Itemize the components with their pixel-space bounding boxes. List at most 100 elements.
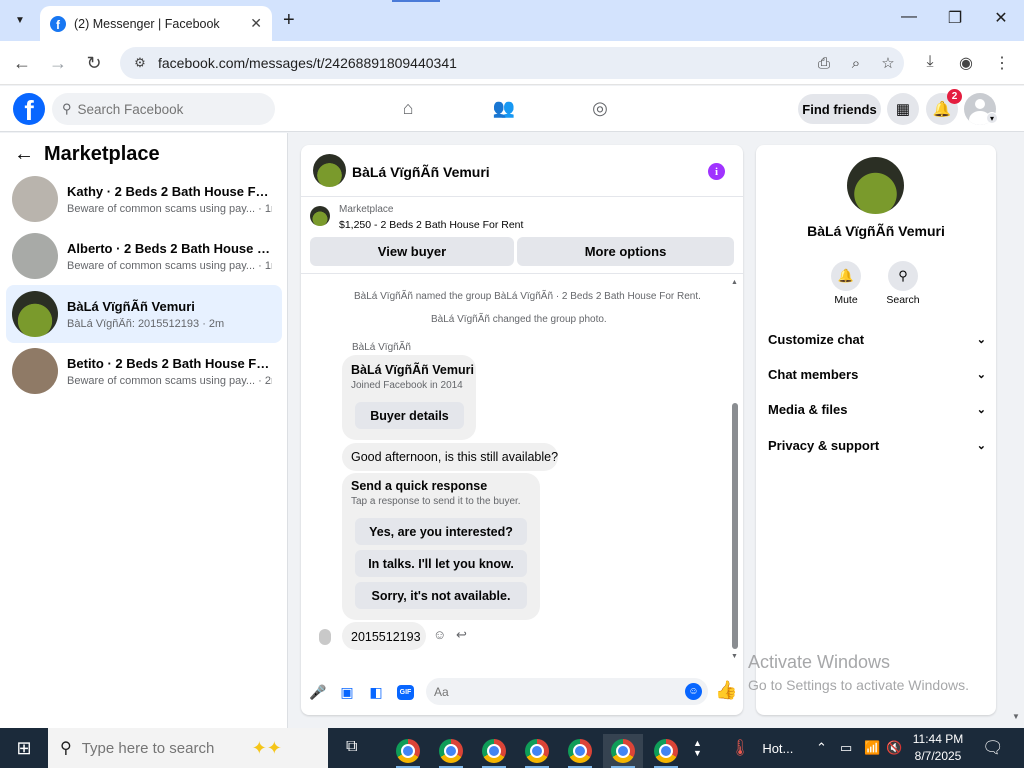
scroll-down-arrow-icon[interactable]: ▼ <box>731 653 738 660</box>
chrome-taskbar-icon[interactable] <box>646 734 686 768</box>
zoom-icon[interactable]: ⌕ <box>840 55 872 72</box>
maximize-window-icon[interactable]: ❐ <box>943 8 967 28</box>
browser-menu-icon[interactable]: ⋮ <box>990 53 1014 73</box>
taskbar-search-input[interactable] <box>81 739 252 757</box>
thumbs-up-icon[interactable]: 👍 <box>715 680 737 701</box>
quick-response-sorry-button[interactable]: Sorry, it's not available. <box>355 582 527 609</box>
show-hidden-icons-icon[interactable]: ⌃ <box>816 728 827 768</box>
conversation-thumbnail <box>12 348 58 394</box>
facebook-search-box[interactable]: ⚲ <box>52 93 275 125</box>
clock-time: 11:44 PM <box>912 732 964 746</box>
conversation-item-betito[interactable]: Betito · 2 Beds 2 Bath House For R... Be… <box>6 342 282 400</box>
chrome-taskbar-icon[interactable] <box>560 734 600 768</box>
gif-icon[interactable]: GIF <box>397 685 414 700</box>
chrome-taskbar-icon[interactable] <box>474 734 514 768</box>
back-arrow-icon[interactable]: ← <box>14 143 34 166</box>
install-app-icon[interactable]: ⎙ <box>808 55 840 72</box>
volume-icon[interactable]: 🔇 <box>886 728 902 768</box>
view-buyer-button[interactable]: View buyer <box>310 237 514 266</box>
system-message: BàLá VïgñÃñ named the group BàLá VïgñÃñ … <box>354 291 701 302</box>
listing-title[interactable]: $1,250 - 2 Beds 2 Bath House For Rent <box>339 219 523 231</box>
media-files-row[interactable]: Media & files ⌄ <box>768 402 986 417</box>
bookmark-star-icon[interactable]: ☆ <box>872 54 904 72</box>
microphone-icon[interactable]: 🎤 <box>309 684 327 701</box>
privacy-support-row[interactable]: Privacy & support ⌄ <box>768 438 986 453</box>
groups-icon[interactable]: ◎ <box>588 98 612 119</box>
weather-widget[interactable]: 🌡 Hot... <box>730 728 793 768</box>
photo-icon[interactable]: ▣ <box>338 684 356 701</box>
downloads-icon[interactable]: ⤓ <box>918 53 942 71</box>
site-settings-icon[interactable]: ⚙ <box>124 55 156 71</box>
sticker-icon[interactable]: ◧ <box>367 684 385 701</box>
customize-chat-row[interactable]: Customize chat ⌄ <box>768 332 986 347</box>
home-icon[interactable]: ⌂ <box>396 98 420 119</box>
emoji-icon[interactable]: ☺ <box>685 683 702 700</box>
profile-icon[interactable]: ◉ <box>954 53 978 73</box>
quick-response-yes-button[interactable]: Yes, are you interested? <box>355 518 527 545</box>
message-input[interactable] <box>426 678 708 705</box>
conversation-info-icon[interactable]: i <box>708 163 725 180</box>
search-highlight-icon: ✦✦ <box>251 737 282 758</box>
taskbar-search-box[interactable]: ⚲ ✦✦ <box>48 728 328 768</box>
minimize-window-icon[interactable]: — <box>897 8 921 26</box>
quick-response-talks-button[interactable]: In talks. I'll let you know. <box>355 550 527 577</box>
chrome-taskbar-icon[interactable] <box>388 734 428 768</box>
taskbar-clock[interactable]: 11:44 PM 8/7/2025 <box>906 731 970 765</box>
chevron-down-icon: ⌄ <box>976 369 986 381</box>
device-icon[interactable]: ▭ <box>840 728 852 768</box>
browser-toolbar: ← → ↻ ⚙ facebook.com/messages/t/24268891… <box>0 41 1024 85</box>
facebook-header: f ⚲ ⌂ 👥 ◎ Find friends ▦ 🔔 2 ▾ <box>0 86 1024 132</box>
tab-close-icon[interactable]: ✕ <box>250 15 262 32</box>
menu-grid-icon[interactable]: ▦ <box>887 93 919 125</box>
facebook-favicon-icon: f <box>50 15 66 32</box>
browser-tab-messenger[interactable]: f (2) Messenger | Facebook ✕ <box>40 6 272 41</box>
reload-icon[interactable]: ↻ <box>82 52 106 74</box>
mute-bell-icon[interactable]: 🔔 <box>831 261 861 291</box>
network-icon[interactable]: 📶 <box>864 728 880 768</box>
forward-arrow-icon[interactable]: → <box>46 52 70 74</box>
url-text[interactable]: facebook.com/messages/t/2426889180944034… <box>158 55 808 71</box>
page-scroll-down-icon[interactable]: ▼ <box>1012 712 1020 721</box>
new-tab-button[interactable]: + <box>283 9 295 31</box>
chrome-taskbar-icon-active[interactable] <box>603 734 643 768</box>
chat-avatar[interactable] <box>313 154 346 187</box>
facebook-logo-icon[interactable]: f <box>13 93 45 125</box>
profile-avatar[interactable] <box>847 157 904 214</box>
windows-taskbar: ⊞ ⚲ ✦✦ ⧉ ▲▼ 🌡 Hot... ⌃ ▭ 📶 🔇 11:44 PM 8/… <box>0 728 1024 768</box>
chat-members-row[interactable]: Chat members ⌄ <box>768 367 986 382</box>
search-label: Search <box>886 294 920 306</box>
conversation-thumbnail <box>12 233 58 279</box>
conversation-item-bala[interactable]: BàLá VïgñÃñ Vemuri BàLá VïgñÃñ: 20155121… <box>6 285 282 343</box>
buyer-card-name: BàLá VïgñÃñ Vemuri <box>351 363 474 377</box>
conversation-name: BàLá VïgñÃñ Vemuri <box>67 298 195 314</box>
scroll-up-arrow-icon[interactable]: ▲ <box>731 279 738 286</box>
address-bar[interactable]: ⚙ facebook.com/messages/t/24268891809440… <box>120 47 904 79</box>
back-arrow-icon[interactable]: ← <box>10 52 34 74</box>
conversation-name: Alberto · 2 Beds 2 Bath House For ... <box>67 240 272 256</box>
conversation-item-alberto[interactable]: Alberto · 2 Beds 2 Bath House For ... Be… <box>6 227 282 285</box>
chat-scrollbar-thumb[interactable] <box>732 403 738 649</box>
more-options-button[interactable]: More options <box>517 237 734 266</box>
conversation-preview: Beware of common scams using pay... <box>67 202 256 215</box>
find-friends-button[interactable]: Find friends <box>798 94 881 124</box>
search-icon[interactable]: ⚲ <box>888 261 918 291</box>
chrome-taskbar-icon[interactable] <box>517 734 557 768</box>
conversation-item-kathy[interactable]: Kathy · 2 Beds 2 Bath House For R... Bew… <box>6 170 282 228</box>
account-caret-icon[interactable]: ▾ <box>986 112 998 124</box>
windows-start-icon[interactable]: ⊞ <box>0 728 48 768</box>
chat-header-name[interactable]: BàLá VïgñÃñ Vemuri <box>352 164 490 180</box>
friends-icon[interactable]: 👥 <box>492 98 516 119</box>
message-text: 2015512193 <box>351 630 421 644</box>
chrome-taskbar-icon[interactable] <box>431 734 471 768</box>
notifications-icon[interactable]: 🗨 <box>982 728 1004 768</box>
task-view-icon[interactable]: ⧉ <box>346 738 357 756</box>
conversation-thumbnail <box>12 176 58 222</box>
tab-search-chevron-icon[interactable]: ▼ <box>8 9 32 31</box>
facebook-search-input[interactable] <box>77 101 248 117</box>
taskbar-scroll-arrows-icon[interactable]: ▲ ▼ <box>693 728 702 768</box>
buyer-details-button[interactable]: Buyer details <box>355 402 464 429</box>
react-emoji-icon[interactable]: ☺ <box>433 627 446 642</box>
section-label: Privacy & support <box>768 438 880 453</box>
close-window-icon[interactable]: ✕ <box>989 8 1013 28</box>
reply-arrow-icon[interactable]: ↩ <box>456 627 467 643</box>
